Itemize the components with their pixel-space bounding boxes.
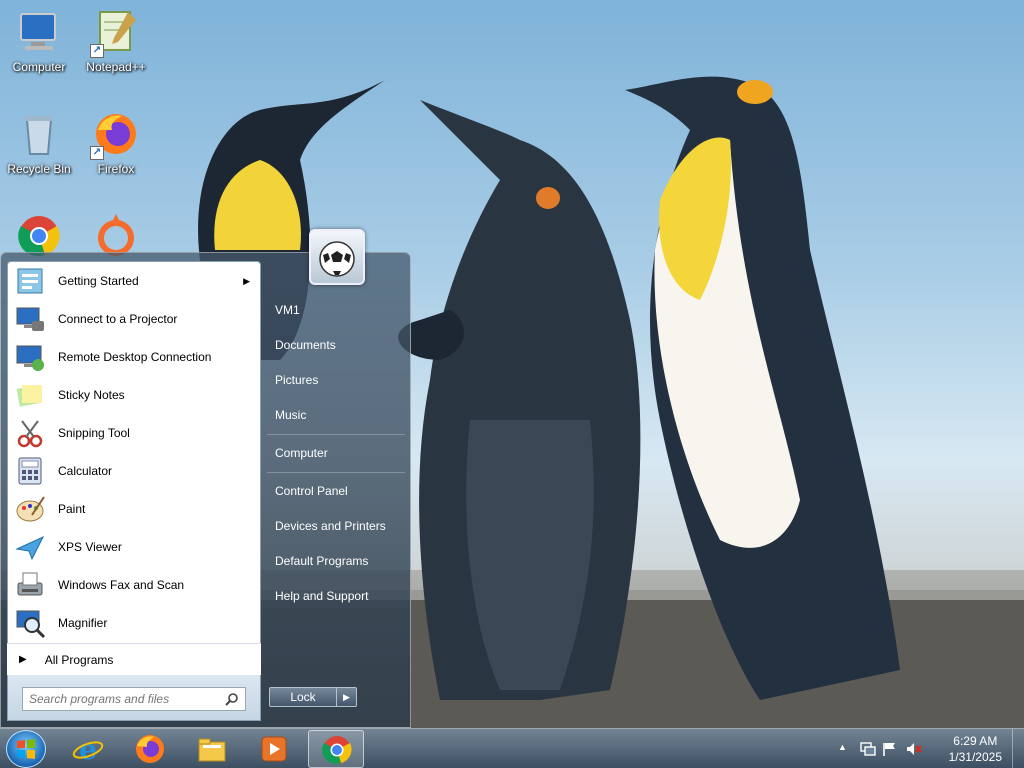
program-label: Magnifier — [58, 616, 108, 630]
program-getting-started[interactable]: Getting Started ▶ — [8, 262, 260, 300]
taskbar-chrome[interactable] — [308, 730, 364, 768]
all-programs-label: All Programs — [44, 652, 114, 667]
program-label: Sticky Notes — [58, 388, 125, 402]
desktop-icon-recycle-bin[interactable]: Recycle Bin — [0, 110, 81, 176]
taskbar-explorer[interactable] — [184, 730, 240, 768]
place-user-folder[interactable]: VM1 — [263, 293, 409, 328]
desktop-icon-label: Recycle Bin — [7, 162, 71, 176]
search-box[interactable] — [22, 687, 246, 711]
program-label: Getting Started — [58, 274, 139, 288]
program-label: Paint — [58, 502, 86, 516]
place-computer[interactable]: Computer — [263, 436, 409, 471]
fax-scan-icon — [17, 572, 43, 596]
media-player-icon — [261, 736, 287, 762]
program-label: Connect to a Projector — [58, 312, 178, 326]
windows-logo-icon — [17, 739, 35, 759]
firefox-icon — [136, 735, 164, 763]
taskbar-media-player[interactable] — [246, 730, 302, 768]
svg-text:e: e — [79, 733, 97, 765]
place-devices-printers[interactable]: Devices and Printers — [263, 509, 409, 544]
desktop-icon-label: Computer — [12, 60, 66, 74]
show-desktop-button[interactable] — [1012, 729, 1024, 768]
desktop-icon-computer[interactable]: Computer — [0, 8, 81, 74]
program-sticky-notes[interactable]: Sticky Notes — [8, 376, 260, 414]
network-icon[interactable] — [860, 742, 876, 756]
show-hidden-icons-button[interactable]: ▲ — [838, 742, 854, 756]
separator — [267, 434, 405, 435]
magnifier-icon — [16, 610, 46, 639]
clock[interactable]: 6:29 AM 1/31/2025 — [949, 733, 1002, 765]
program-label: Calculator — [58, 464, 113, 478]
snipping-tool-icon — [17, 420, 43, 448]
firefox-icon: ↗ — [90, 110, 140, 160]
program-magnifier[interactable]: Magnifier — [8, 604, 260, 642]
speaker-muted-icon[interactable] — [906, 742, 922, 756]
internet-explorer-icon: e — [72, 733, 104, 765]
search-area — [7, 675, 261, 721]
program-remote-desktop[interactable]: Remote Desktop Connection — [8, 338, 260, 376]
search-input[interactable] — [29, 692, 225, 706]
submenu-arrow-icon: ▶ — [243, 275, 250, 286]
taskbar-ie[interactable]: e — [60, 730, 116, 768]
lock-button[interactable]: Lock — [269, 687, 337, 707]
program-label: Snipping Tool — [58, 426, 130, 440]
program-label: Remote Desktop Connection — [58, 350, 212, 364]
xps-viewer-icon — [15, 535, 45, 561]
program-fax-scan[interactable]: Windows Fax and Scan — [8, 566, 260, 604]
system-tray: ▲ 6:29 AM 1/31/2025 — [834, 729, 1024, 768]
start-button[interactable] — [6, 730, 46, 768]
soccer-ball-icon — [319, 241, 355, 277]
place-music[interactable]: Music — [263, 398, 409, 433]
all-programs-button[interactable]: ▶ All Programs — [7, 643, 261, 675]
clock-date: 1/31/2025 — [948, 750, 1002, 764]
chrome-icon — [322, 736, 352, 764]
power-options-arrow[interactable]: ▶ — [337, 687, 357, 707]
calculator-icon — [18, 457, 42, 485]
shortcut-arrow-icon: ↗ — [90, 44, 104, 58]
notepadpp-icon: ↗ — [90, 8, 140, 58]
program-label: Windows Fax and Scan — [58, 578, 185, 592]
folder-icon — [198, 738, 226, 762]
paint-icon — [16, 496, 45, 522]
place-pictures[interactable]: Pictures — [263, 363, 409, 398]
place-help-support[interactable]: Help and Support — [263, 579, 409, 614]
triangle-right-icon: ▶ — [19, 654, 27, 665]
program-calculator[interactable]: Calculator — [8, 452, 260, 490]
remote-desktop-icon — [16, 345, 44, 371]
program-xps-viewer[interactable]: XPS Viewer — [8, 528, 260, 566]
place-default-programs[interactable]: Default Programs — [263, 544, 409, 579]
desktop-icon-label: Notepad++ — [86, 60, 146, 74]
program-paint[interactable]: Paint — [8, 490, 260, 528]
sticky-notes-icon — [16, 385, 42, 407]
program-snipping-tool[interactable]: Snipping Tool — [8, 414, 260, 452]
places-pane: VM1 Documents Pictures Music Computer Co… — [263, 293, 409, 614]
desktop-icon-notepadpp[interactable]: ↗ Notepad++ — [74, 8, 158, 74]
place-control-panel[interactable]: Control Panel — [263, 474, 409, 509]
shortcut-arrow-icon: ↗ — [90, 146, 104, 160]
recycle-bin-icon — [15, 110, 63, 158]
program-label: XPS Viewer — [58, 540, 122, 554]
desktop-icon-firefox[interactable]: ↗ Firefox — [74, 110, 158, 176]
getting-started-icon — [17, 268, 43, 294]
program-connect-projector[interactable]: Connect to a Projector — [8, 300, 260, 338]
clock-time: 6:29 AM — [953, 734, 998, 748]
projector-icon — [16, 307, 44, 331]
user-picture[interactable] — [309, 229, 365, 285]
computer-icon — [15, 8, 63, 56]
place-documents[interactable]: Documents — [263, 328, 409, 363]
taskbar: e ▲ 6:29 AM 1/31/2025 — [0, 728, 1024, 768]
start-menu: Getting Started ▶ Connect to a Projector… — [0, 229, 411, 728]
search-icon[interactable] — [225, 692, 239, 706]
action-center-flag-icon[interactable] — [882, 742, 898, 756]
separator — [267, 472, 405, 473]
desktop-icon-label: Firefox — [97, 162, 135, 176]
taskbar-firefox[interactable] — [122, 730, 178, 768]
programs-pane: Getting Started ▶ Connect to a Projector… — [7, 261, 261, 675]
